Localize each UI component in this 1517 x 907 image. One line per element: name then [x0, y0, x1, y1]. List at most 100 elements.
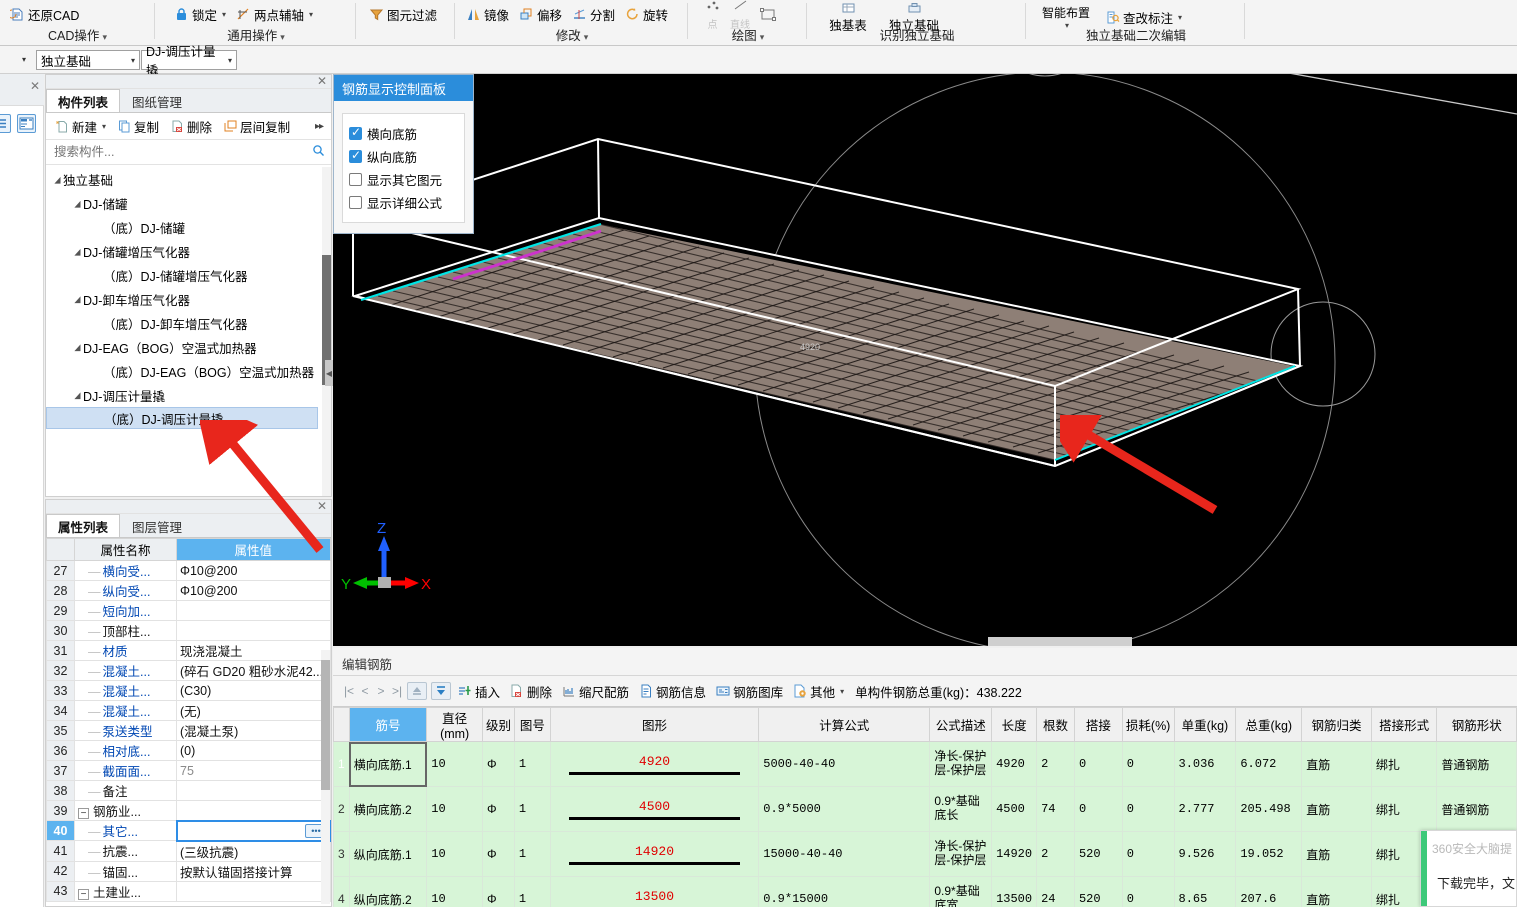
rebar-col-header[interactable]: 总重(kg)	[1235, 707, 1303, 742]
table-cell-unit-w[interactable]: 2.777	[1173, 786, 1237, 832]
component-name-combo[interactable]: DJ-调压计量撬 ▾	[141, 45, 237, 78]
rebar-table-container[interactable]: 筋号 直径(mm) 级别 图号 图形 计算公式 公式描述 长度 根数 搭接 损耗(%) 单重(kg) 总…	[333, 707, 1517, 907]
tab-layer-manage[interactable]: 图层管理	[120, 514, 194, 537]
new-component-button[interactable]: 新建 ▾	[51, 115, 111, 138]
rebar-col-header[interactable]: 计算公式	[758, 707, 931, 742]
property-value-cell[interactable]: (碎石 GD20 粗砂水泥42....	[176, 660, 331, 681]
rebar-col-header[interactable]: 图号	[513, 707, 551, 742]
rebar-col-header[interactable]: 级别	[482, 707, 515, 742]
chevron-down-icon[interactable]: ▾	[222, 10, 226, 19]
table-cell-grade[interactable]: Φ	[482, 876, 515, 907]
tree-item[interactable]: （底）DJ-EAG（BOG）空温式加热器	[46, 359, 322, 383]
table-cell-rebar-no[interactable]: 纵向底筋.1	[348, 831, 428, 877]
table-cell-desc[interactable]: 净长-保护层-保护层	[929, 741, 993, 787]
property-value-cell[interactable]: (C30)	[176, 680, 331, 701]
table-cell-grade[interactable]: Φ	[482, 831, 515, 877]
360-notification-toast[interactable]: 360安全大脑提 下载完毕，文	[1420, 830, 1517, 907]
search-input[interactable]	[52, 144, 312, 160]
panel-splitter-handle[interactable]: ◀	[325, 360, 333, 386]
property-row[interactable]: 42— 锚固... 按默认锚固搭接计算	[46, 860, 331, 882]
rebar-col-header[interactable]: 钢筋归类	[1301, 707, 1372, 742]
rebar-library-button[interactable]: 钢筋图库	[711, 680, 788, 703]
table-cell-count[interactable]: 2	[1036, 741, 1075, 787]
tree-item[interactable]: （底）DJ-储罐	[46, 215, 322, 239]
table-cell-desc[interactable]: 0.9*基础底宽	[929, 876, 993, 907]
chevron-down-icon[interactable]: ▾	[125, 56, 135, 65]
table-cell-lap-form[interactable]: 绑扎	[1370, 741, 1438, 787]
insert-row-button[interactable]: 插入	[453, 680, 505, 703]
table-cell-count[interactable]: 2	[1036, 831, 1075, 877]
table-cell-unit-w[interactable]: 3.036	[1173, 741, 1237, 787]
table-cell-formula[interactable]: 15000-40-40	[758, 831, 931, 877]
table-cell-loss[interactable]: 0	[1121, 831, 1175, 877]
table-cell-formula[interactable]: 0.9*5000	[758, 786, 931, 832]
property-value-cell[interactable]	[176, 620, 331, 641]
tree-item[interactable]: ◢ DJ-调压计量撬	[46, 383, 322, 407]
table-cell-desc[interactable]: 净长-保护层-保护层	[929, 831, 993, 877]
rebar-col-header[interactable]: 搭接	[1073, 707, 1123, 742]
chevron-down-icon[interactable]: ▾	[102, 122, 106, 131]
property-row[interactable]: 33— 混凝土... (C30)	[46, 680, 331, 701]
table-cell-count[interactable]: 74	[1036, 786, 1075, 832]
property-value-cell[interactable]: (混凝土泵)	[176, 720, 331, 741]
toolbar-overflow-icon[interactable]: ▸▸	[315, 121, 324, 132]
checkbox-checked-icon[interactable]	[349, 125, 362, 140]
table-cell-loss[interactable]: 0	[1121, 786, 1175, 832]
offset-button[interactable]: 偏移	[515, 3, 568, 26]
property-value-cell[interactable]: (无)	[176, 700, 331, 721]
property-value-cell[interactable]	[176, 800, 331, 821]
collapse-icon[interactable]: −	[78, 808, 89, 819]
rebar-shape-cell[interactable]: 14920	[549, 831, 760, 877]
table-cell-fig[interactable]: 1	[513, 786, 551, 832]
rebar-col-header[interactable]: 筋号	[348, 707, 428, 742]
rebar-col-header[interactable]: 根数	[1036, 707, 1075, 742]
next-record-button[interactable]: >	[373, 684, 389, 698]
table-cell-loss[interactable]: 0	[1121, 876, 1175, 907]
copy-component-button[interactable]: 复制	[113, 115, 164, 138]
list-view-icon[interactable]	[0, 113, 11, 133]
property-row[interactable]: 30— 顶部柱...	[46, 620, 331, 641]
close-icon[interactable]: ✕	[30, 79, 40, 93]
3d-viewport[interactable]: 4920 Z X Y 钢筋显示控制面板 横向底筋纵向底筋显示其它图元显示详细公式	[333, 74, 1517, 646]
tree-item[interactable]: ◢ DJ-卸车增压气化器	[46, 287, 322, 311]
tree-expander-icon[interactable]: ◢	[72, 294, 83, 304]
table-cell-total-w[interactable]: 19.052	[1235, 831, 1303, 877]
rebar-col-header[interactable]: 搭接形式	[1370, 707, 1438, 742]
rebar-shape-cell[interactable]: 13500	[549, 876, 760, 907]
table-cell-grade[interactable]: Φ	[482, 741, 515, 787]
property-value-cell[interactable]	[176, 780, 331, 801]
table-row[interactable]: 3 纵向底筋.1 10 Φ 1 14920 15000-40-40 净长-保护层-保护层 149…	[333, 831, 1517, 877]
table-cell-lap-form[interactable]: 绑扎	[1370, 786, 1438, 832]
component-tree[interactable]: ◢ 独立基础 ◢ DJ-储罐 （底）DJ-储罐 ◢ DJ-储罐增压气化器 （底）DJ-储罐增压…	[46, 167, 322, 496]
delete-row-button[interactable]: 删除	[505, 680, 557, 703]
tree-item[interactable]: （底）DJ-调压计量撬	[46, 407, 318, 429]
tree-item[interactable]: ◢ 独立基础	[46, 167, 322, 191]
chevron-down-icon[interactable]: ▾	[222, 56, 232, 65]
panel-view-icon[interactable]	[17, 113, 36, 133]
table-cell-total-w[interactable]: 205.498	[1235, 786, 1303, 832]
table-cell-rebar-no[interactable]: 横向底筋.2	[348, 786, 428, 832]
table-cell-lap[interactable]: 520	[1073, 831, 1123, 877]
property-value-cell[interactable]: Φ10@200	[176, 560, 331, 581]
property-value-cell[interactable]: (0)	[176, 740, 331, 761]
tree-expander-icon[interactable]: ◢	[52, 174, 63, 184]
property-row[interactable]: 34— 混凝土... (无)	[46, 700, 331, 721]
table-cell-desc[interactable]: 0.9*基础底长	[929, 786, 993, 832]
table-cell-fig[interactable]: 1	[513, 741, 551, 787]
table-cell-length[interactable]: 14920	[991, 831, 1038, 877]
rebar-shape-cell[interactable]: 4920	[549, 741, 760, 787]
table-cell-count[interactable]: 24	[1036, 876, 1075, 907]
property-scrollbar[interactable]	[321, 650, 330, 904]
table-cell-total-w[interactable]: 6.072	[1235, 741, 1303, 787]
checkbox-unchecked-icon[interactable]	[349, 196, 362, 209]
property-row[interactable]: 28— 纵向受... Φ10@200	[46, 580, 331, 601]
table-cell-category[interactable]: 直筋	[1301, 786, 1372, 832]
close-icon[interactable]: ✕	[317, 499, 327, 513]
last-record-button[interactable]: >|	[389, 684, 405, 698]
table-row[interactable]: 4 纵向底筋.2 10 Φ 1 13500 0.9*15000 0.9*基础底宽 13500 24…	[333, 876, 1517, 907]
table-cell-formula[interactable]: 0.9*15000	[758, 876, 931, 907]
table-cell-category[interactable]: 直筋	[1301, 741, 1372, 787]
property-value-cell[interactable]: 按默认锚固搭接计算	[176, 860, 331, 882]
tree-item[interactable]: ◢ DJ-EAG（BOG）空温式加热器	[46, 335, 322, 359]
chevron-down-icon[interactable]: ▾	[309, 10, 313, 19]
